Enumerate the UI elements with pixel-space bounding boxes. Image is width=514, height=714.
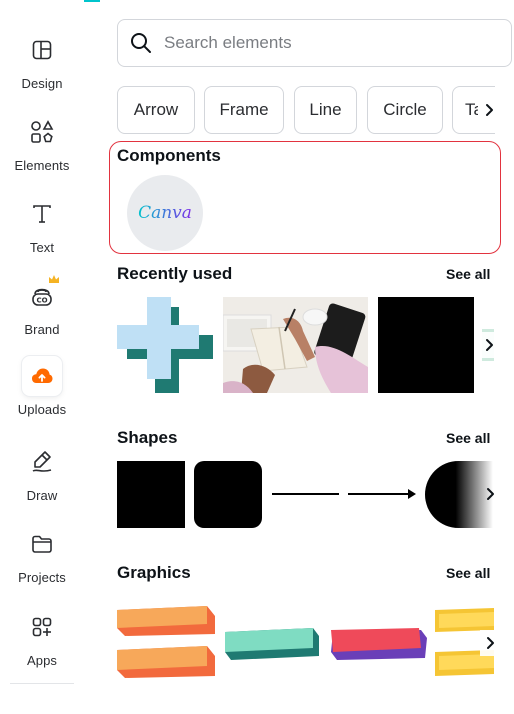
teal-bar-graphic[interactable]: [223, 626, 319, 662]
chip-arrow[interactable]: Arrow: [117, 86, 195, 134]
chip-frame[interactable]: Frame: [204, 86, 284, 134]
rail-item-draw[interactable]: Draw: [0, 438, 84, 516]
canva-component[interactable]: Canva: [127, 175, 203, 251]
arrow-shape[interactable]: [348, 486, 418, 502]
search-bar[interactable]: [117, 19, 512, 67]
search-input[interactable]: [164, 33, 484, 53]
rail-item-apps[interactable]: Apps: [0, 603, 84, 681]
crown-icon: [49, 275, 59, 283]
rail-item-elements[interactable]: Elements: [0, 108, 84, 186]
rail-item-uploads[interactable]: Uploads: [0, 352, 84, 430]
canva-logo-text: Canva: [138, 203, 192, 223]
rounded-square-shape[interactable]: [194, 461, 262, 528]
components-title: Components: [117, 146, 221, 165]
chevron-right-icon: [487, 488, 494, 500]
layout-icon: [22, 30, 62, 70]
suggestion-chips: Arrow Frame Line Circle Ta: [117, 86, 495, 134]
rail-item-design[interactable]: Design: [0, 26, 84, 104]
chip-circle[interactable]: Circle: [367, 86, 443, 134]
shapes-title: Shapes: [117, 428, 178, 447]
graphics-see-all[interactable]: See all: [446, 565, 490, 581]
rail-label: Text: [29, 240, 55, 255]
shapes-see-all[interactable]: See all: [446, 430, 490, 446]
recently-used-see-all[interactable]: See all: [446, 266, 490, 282]
rail-label: Design: [21, 76, 63, 91]
rail-label: Brand: [24, 322, 60, 337]
desk-photo-thumbnail[interactable]: [223, 297, 368, 393]
chips-next-button[interactable]: [478, 98, 500, 122]
recently-used-title: Recently used: [117, 264, 233, 283]
rail-label: Elements: [14, 158, 70, 173]
folder-icon: [22, 524, 62, 564]
cloud-upload-icon: [22, 356, 62, 396]
pen-icon: [22, 442, 62, 482]
shapes-icon: [22, 112, 62, 152]
side-rail: Design Elements Text CO Brand Uploads Dr…: [0, 0, 84, 714]
graphics-next-button[interactable]: [480, 630, 500, 656]
rail-item-brand[interactable]: CO Brand: [0, 272, 84, 350]
chevron-right-icon: [486, 339, 493, 351]
rail-divider: [10, 683, 74, 684]
black-square-thumbnail[interactable]: [378, 297, 474, 393]
search-icon: [130, 32, 152, 54]
chip-line[interactable]: Line: [294, 86, 357, 134]
rail-item-text[interactable]: Text: [0, 190, 84, 268]
rail-label: Uploads: [17, 402, 67, 417]
rail-label: Draw: [26, 488, 58, 503]
line-shape[interactable]: [272, 493, 339, 495]
apps-icon: [22, 607, 62, 647]
stacked-bars-graphic[interactable]: [117, 606, 215, 680]
rail-label: Projects: [18, 570, 66, 585]
red-bar-graphic[interactable]: [329, 626, 427, 662]
square-shape[interactable]: [117, 461, 185, 528]
plus-shape-thumbnail[interactable]: [117, 297, 215, 393]
chevron-right-icon: [487, 637, 494, 649]
svg-text:CO: CO: [36, 297, 47, 305]
graphics-title: Graphics: [117, 563, 191, 582]
brand-icon: CO: [22, 275, 62, 316]
shapes-next-button[interactable]: [480, 481, 500, 507]
chevron-right-icon: [486, 104, 493, 116]
text-icon: [22, 194, 62, 234]
uploads-icon-wrap: [22, 356, 62, 396]
rail-item-projects[interactable]: Projects: [0, 520, 84, 598]
rail-label: Apps: [26, 653, 58, 668]
recently-used-next-button[interactable]: [479, 332, 499, 358]
